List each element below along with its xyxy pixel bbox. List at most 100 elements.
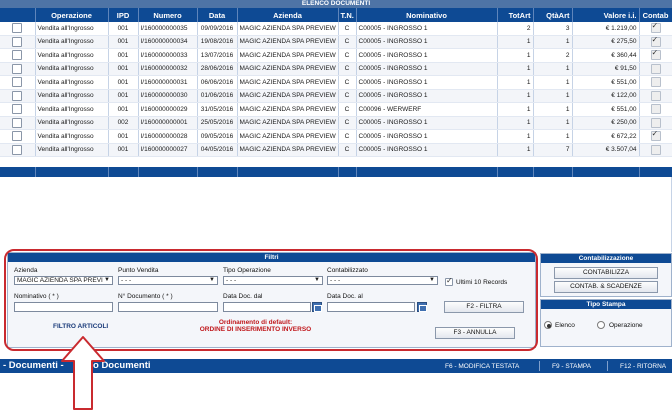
- cell-qtaart: 1: [533, 129, 573, 144]
- row-select-checkbox[interactable]: [12, 36, 23, 47]
- cell-numero: I/160000000027: [138, 143, 198, 157]
- cell-valore: € 122,00: [572, 89, 640, 103]
- column-header-valore[interactable]: Valore i.i.: [572, 8, 640, 22]
- cell-operazione: Vendita all'Ingrosso: [35, 48, 109, 63]
- f6-modifica-testata-key[interactable]: F6 - MODIFICA TESTATA: [445, 363, 519, 370]
- row-select-checkbox[interactable]: [12, 77, 23, 88]
- table-row[interactable]: Vendita all'Ingrosso 001 I/160000000029 31/…: [0, 102, 672, 117]
- cell-operazione: Vendita all'Ingrosso: [35, 89, 109, 103]
- column-header-nominativo[interactable]: Nominativo: [356, 8, 498, 22]
- table-row[interactable]: Vendita all'Ingrosso 001 I/160000000031 06/…: [0, 75, 672, 90]
- cell-tn: C: [338, 143, 357, 157]
- cell-azienda: MAGIC AZIENDA SPA PREVIEW: [237, 89, 339, 103]
- cell-valore: € 551,00: [572, 102, 640, 117]
- contabilizza-button[interactable]: CONTABILIZZA: [554, 267, 658, 279]
- column-header-operazione[interactable]: Operazione: [35, 8, 109, 22]
- cell-select: [0, 35, 36, 49]
- tipo-stampa-title: Tipo Stampa: [541, 300, 671, 309]
- cell-valore: € 360,44: [572, 48, 640, 63]
- cell-ipd: 001: [108, 102, 139, 117]
- row-select-checkbox[interactable]: [12, 144, 23, 155]
- row-select-checkbox[interactable]: [12, 117, 23, 128]
- table-footer-bar: [0, 167, 672, 177]
- f9-stampa-key[interactable]: F9 - STAMPA: [552, 363, 591, 370]
- row-select-checkbox[interactable]: [12, 63, 23, 74]
- cell-contab: [639, 143, 672, 157]
- column-header-numero[interactable]: Numero: [138, 8, 198, 22]
- cell-nominativo: C00096 - WERWERF: [356, 102, 498, 117]
- cell-nominativo: C00005 - INGROSSO 1: [356, 48, 498, 63]
- cell-totart: 1: [497, 143, 534, 157]
- cell-azienda: MAGIC AZIENDA SPA PREVIEW: [237, 62, 339, 76]
- table-row[interactable]: Vendita all'Ingrosso 001 I/160000000030 01/…: [0, 89, 672, 103]
- cell-data: 04/05/2016: [197, 143, 238, 157]
- table-row[interactable]: Vendita all'Ingrosso 001 I/160000000033 13/…: [0, 48, 672, 63]
- contabilizzazione-panel: Contabilizzazione CONTABILIZZA CONTAB. &…: [540, 253, 672, 297]
- cell-azienda: MAGIC AZIENDA SPA PREVIEW: [237, 22, 339, 36]
- column-header-ipd[interactable]: IPD: [108, 8, 139, 22]
- cell-nominativo: C00005 - INGROSSO 1: [356, 143, 498, 157]
- cell-select: [0, 62, 36, 76]
- table-row[interactable]: Vendita all'Ingrosso 001 I/160000000027 04/…: [0, 143, 672, 157]
- cell-azienda: MAGIC AZIENDA SPA PREVIEW: [237, 75, 339, 90]
- row-select-checkbox[interactable]: [12, 50, 23, 61]
- cell-qtaart: 3: [533, 22, 573, 36]
- column-header-select: [0, 8, 36, 22]
- cell-tn: C: [338, 62, 357, 76]
- documents-title: ELENCO DOCUMENTI: [0, 0, 672, 8]
- cell-numero: I/160000000034: [138, 35, 198, 49]
- cell-qtaart: 1: [533, 116, 573, 130]
- cell-ipd: 001: [108, 62, 139, 76]
- cell-contab: [639, 129, 672, 144]
- cell-operazione: Vendita all'Ingrosso: [35, 143, 109, 157]
- table-row[interactable]: Vendita all'Ingrosso 001 I/160000000034 19/…: [0, 35, 672, 49]
- cell-valore: € 551,00: [572, 75, 640, 90]
- cell-ipd: 001: [108, 75, 139, 90]
- column-header-totart[interactable]: TotArt: [497, 8, 534, 22]
- cell-data: 06/06/2016: [197, 75, 238, 90]
- column-header-qtaart[interactable]: QtàArt: [533, 8, 573, 22]
- cell-valore: € 275,50: [572, 35, 640, 49]
- cell-contab: [639, 75, 672, 90]
- annotation-arrow-up-icon: [61, 336, 105, 410]
- radio-operazione[interactable]: [597, 321, 605, 329]
- column-header-tn[interactable]: T.N.: [338, 8, 357, 22]
- cell-totart: 1: [497, 62, 534, 76]
- cell-nominativo: C00005 - INGROSSO 1: [356, 22, 498, 36]
- contab-checkbox: [650, 90, 661, 101]
- cell-tn: C: [338, 89, 357, 103]
- cell-contab: [639, 22, 672, 36]
- column-header-contab[interactable]: Contab: [639, 8, 672, 22]
- cell-operazione: Vendita all'Ingrosso: [35, 35, 109, 49]
- row-select-checkbox[interactable]: [12, 23, 23, 34]
- cell-contab: [639, 116, 672, 130]
- cell-select: [0, 116, 36, 130]
- row-select-checkbox[interactable]: [12, 131, 23, 142]
- table-row[interactable]: Vendita all'Ingrosso 002 I/160000000001 25/…: [0, 116, 672, 130]
- cell-nominativo: C00005 - INGROSSO 1: [356, 62, 498, 76]
- cell-azienda: MAGIC AZIENDA SPA PREVIEW: [237, 35, 339, 49]
- table-header-row: Operazione IPD Numero Data Azienda T.N. …: [0, 8, 672, 22]
- radio-elenco[interactable]: [544, 321, 552, 329]
- radio-elenco-label: Elenco: [555, 322, 575, 329]
- column-header-azienda[interactable]: Azienda: [237, 8, 339, 22]
- column-header-data[interactable]: Data: [197, 8, 238, 22]
- row-select-checkbox[interactable]: [12, 104, 23, 115]
- contab-checkbox: [650, 35, 661, 47]
- table-row[interactable]: Vendita all'Ingrosso 001 I/160000000028 09/…: [0, 129, 672, 144]
- cell-tn: C: [338, 129, 357, 144]
- table-row[interactable]: Vendita all'Ingrosso 001 I/160000000032 28/…: [0, 62, 672, 76]
- cell-data: 28/06/2016: [197, 62, 238, 76]
- cell-valore: € 672,22: [572, 129, 640, 144]
- cell-operazione: Vendita all'Ingrosso: [35, 22, 109, 36]
- f12-ritorna-key[interactable]: F12 - RITORNA: [620, 363, 666, 370]
- cell-tn: C: [338, 102, 357, 117]
- cell-ipd: 001: [108, 129, 139, 144]
- cell-totart: 1: [497, 116, 534, 130]
- cell-tn: C: [338, 116, 357, 130]
- contab-scadenze-button[interactable]: CONTAB. & SCADENZE: [554, 281, 658, 293]
- cell-data: 19/08/2016: [197, 35, 238, 49]
- row-select-checkbox[interactable]: [12, 90, 23, 101]
- cell-contab: [639, 35, 672, 49]
- table-row[interactable]: Vendita all'Ingrosso 001 I/160000000035 09/…: [0, 22, 672, 36]
